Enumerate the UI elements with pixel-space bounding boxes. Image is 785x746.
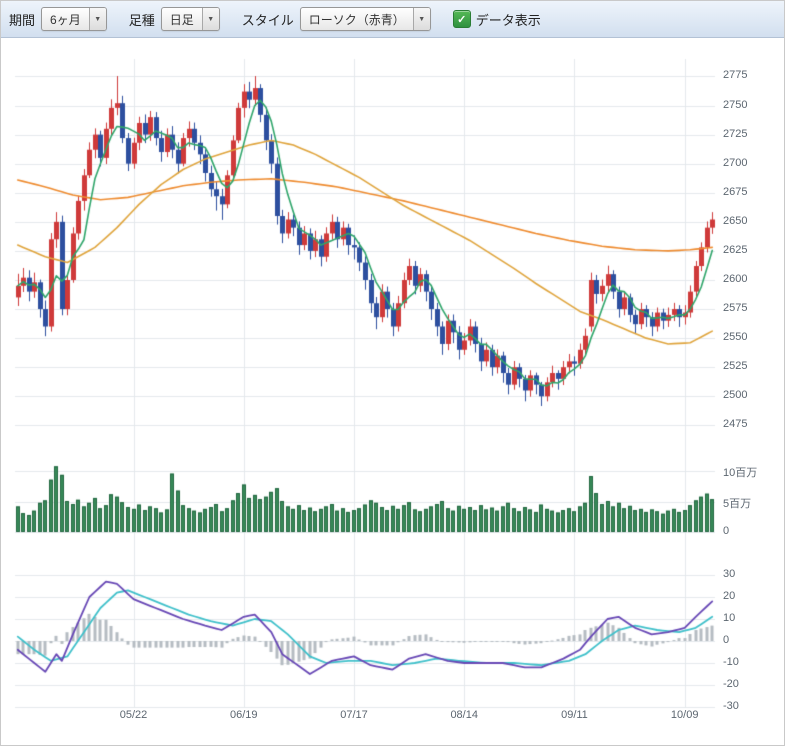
volume-panel[interactable] <box>15 451 715 536</box>
period-select-value: 6ヶ月 <box>42 8 89 30</box>
chart-toolbar: 期間 6ヶ月 ▼ 足種 日足 ▼ スタイル ローソク（赤青） ▼ ✓ データ表示 <box>1 1 784 38</box>
style-select-value: ローソク（赤青） <box>301 8 413 30</box>
data-display-label: データ表示 <box>476 10 541 29</box>
bar-type-select-value: 日足 <box>162 8 202 30</box>
stock-chart-app: 期間 6ヶ月 ▼ 足種 日足 ▼ スタイル ローソク（赤青） ▼ ✓ データ表示… <box>0 0 785 746</box>
chevron-down-icon: ▼ <box>89 8 106 30</box>
check-icon: ✓ <box>457 13 466 26</box>
style-label: スタイル <box>242 10 294 29</box>
data-display-checkbox[interactable]: ✓ <box>453 10 471 28</box>
price-panel[interactable] <box>15 51 715 445</box>
chevron-down-icon: ▼ <box>202 8 219 30</box>
period-select[interactable]: 6ヶ月 ▼ <box>41 7 107 31</box>
bar-type-select[interactable]: 日足 ▼ <box>161 7 220 31</box>
chevron-down-icon: ▼ <box>413 8 430 30</box>
macd-panel[interactable] <box>15 569 715 711</box>
style-select[interactable]: ローソク（赤青） ▼ <box>300 7 431 31</box>
bar-type-label: 足種 <box>129 10 155 29</box>
period-label: 期間 <box>9 10 35 29</box>
